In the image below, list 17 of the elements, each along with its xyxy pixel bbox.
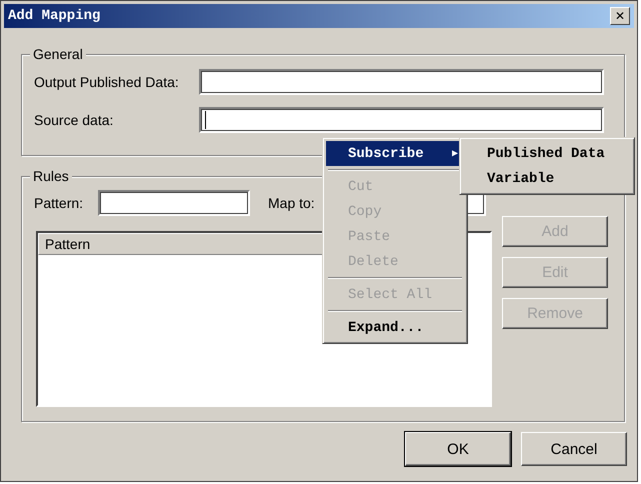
- window-title: Add Mapping: [8, 8, 100, 24]
- close-button[interactable]: ✕: [610, 7, 630, 25]
- dialog-button[interactable]: OK: [405, 432, 511, 466]
- field-label: Output Published Data:: [34, 74, 180, 90]
- field-label: Map to:: [268, 195, 316, 211]
- input-field[interactable]: [199, 107, 604, 133]
- group-title: Rules: [30, 168, 72, 184]
- menu-item[interactable]: Expand...: [326, 315, 464, 340]
- input-field[interactable]: [199, 69, 604, 95]
- field-label: Pattern:: [34, 195, 84, 211]
- menu-item[interactable]: Published Data: [463, 141, 631, 166]
- group-title: General: [30, 46, 86, 62]
- field-label: Source data:: [34, 112, 114, 128]
- dialog-button[interactable]: Cancel: [521, 432, 627, 466]
- menu-item[interactable]: Variable: [463, 166, 631, 191]
- input-field[interactable]: [98, 190, 250, 216]
- submenu-arrow-icon: ▶: [452, 148, 458, 160]
